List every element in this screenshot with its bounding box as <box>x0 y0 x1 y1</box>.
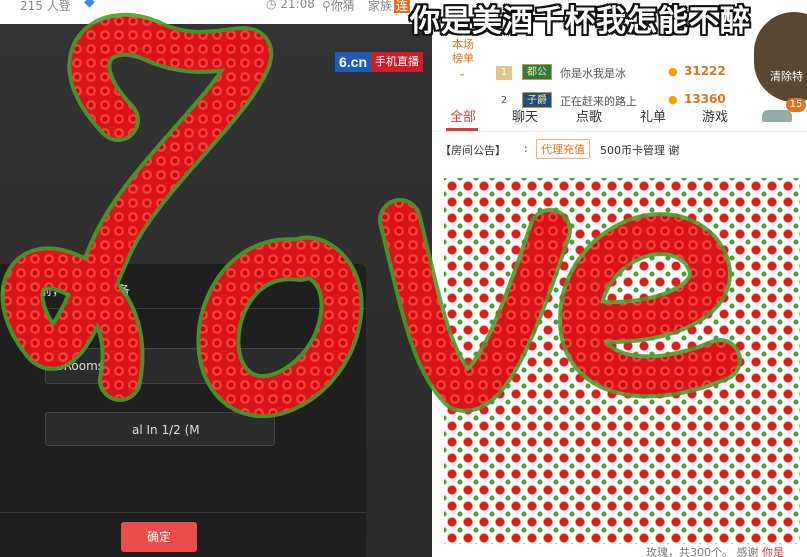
tab-all[interactable]: 全部 <box>450 106 476 125</box>
clear-effects-button[interactable]: 清除特 <box>754 12 807 102</box>
rank-user-name: 你是水我是冰 <box>560 67 626 80</box>
active-tab-indicator <box>446 128 478 131</box>
tab-game[interactable]: 游戏 <box>702 106 728 125</box>
gift-message-thanks: 感谢 <box>736 546 759 557</box>
live-video-panel: 6.cn 手机直播 启直播前，请选择设备 6RoomsC al In 1/2 (… <box>0 24 432 557</box>
tab-gift[interactable]: 礼单 <box>640 106 666 125</box>
video-device-select[interactable]: 6RoomsC <box>45 348 327 384</box>
time-text: 21:08 <box>280 0 315 11</box>
tab-song[interactable]: 点歌 <box>576 106 602 125</box>
chevron-down-icon <box>304 364 316 370</box>
rank-label-line2: 榜单 <box>452 52 474 65</box>
car-icon[interactable] <box>762 110 792 122</box>
location-text: 你猜 <box>330 0 355 13</box>
room-notice: 【房间公告】 : 代理充值 500币卡管理 谢 <box>440 139 800 159</box>
site-brand: 6.cn 手机直播 <box>335 52 424 72</box>
dialog-title: 启直播前，请选择设备 <box>0 284 131 299</box>
notice-text: 500币卡管理 谢 <box>600 144 680 157</box>
notice-label: 【房间公告】 <box>440 144 506 157</box>
agent-recharge-link[interactable]: 代理充值 <box>536 139 590 159</box>
gift-message-text: 玫瑰，共300个。 <box>646 546 733 557</box>
brand-tag: 手机直播 <box>371 52 424 72</box>
video-device-value: 6RoomsC <box>56 359 113 373</box>
room-info-bar: 215 人登 ◆ ◷ 21:08 ⚲你猜 家族连 <box>0 0 432 24</box>
notice-colon: : <box>524 142 528 155</box>
gift-message: 玫瑰，共300个。 感谢 你是 <box>646 544 784 557</box>
chevron-down-icon[interactable]: ⌄ <box>458 68 466 79</box>
family-tag: 连 <box>394 0 411 13</box>
location-info: ⚲你猜 <box>322 0 355 13</box>
chat-panel: 本场 榜单 ⌄ 1 都公 你是水我是冰 ● 31222 2 子爵 正在赶来的路上… <box>432 0 807 557</box>
brand-logo: 6.cn <box>339 54 368 70</box>
device-select-dialog: 启直播前，请选择设备 6RoomsC al In 1/2 (M 确定 <box>0 264 366 557</box>
rank-label[interactable]: 本场 榜单 <box>448 38 478 66</box>
time-info: ◷ 21:08 <box>266 0 315 11</box>
car-count-badge: 15 <box>786 98 806 112</box>
noble-badge: 都公 <box>522 64 552 80</box>
family-link[interactable]: 家族连 <box>368 0 411 14</box>
rose-gift-grid <box>444 178 800 544</box>
audio-device-value: al In 1/2 (M <box>132 423 200 437</box>
clear-effects-label: 清除特 <box>770 70 803 83</box>
viewer-count: 215 人登 <box>20 0 71 13</box>
tab-chat[interactable]: 聊天 <box>512 106 538 125</box>
divider <box>0 308 366 309</box>
gift-message-user[interactable]: 你是 <box>762 546 784 557</box>
rank-label-line1: 本场 <box>452 38 474 51</box>
diamond-icon: ◆ <box>84 0 95 10</box>
screen: 215 人登 ◆ ◷ 21:08 ⚲你猜 家族连 6.cn 手机直播 启直播前，… <box>0 0 807 557</box>
audio-device-select[interactable]: al In 1/2 (M <box>45 412 275 446</box>
coin-icon: ● <box>668 65 678 78</box>
family-text: 家族 <box>368 0 393 13</box>
rank-number: 1 <box>496 66 512 80</box>
confirm-button[interactable]: 确定 <box>121 522 197 552</box>
rank-value: 31222 <box>684 64 726 78</box>
chat-tabs: 全部 聊天 点歌 礼单 游戏 15 <box>432 98 807 132</box>
overlay-banner-text: 你是美酒千杯我怎能不醉 <box>410 4 751 39</box>
divider <box>0 512 366 513</box>
